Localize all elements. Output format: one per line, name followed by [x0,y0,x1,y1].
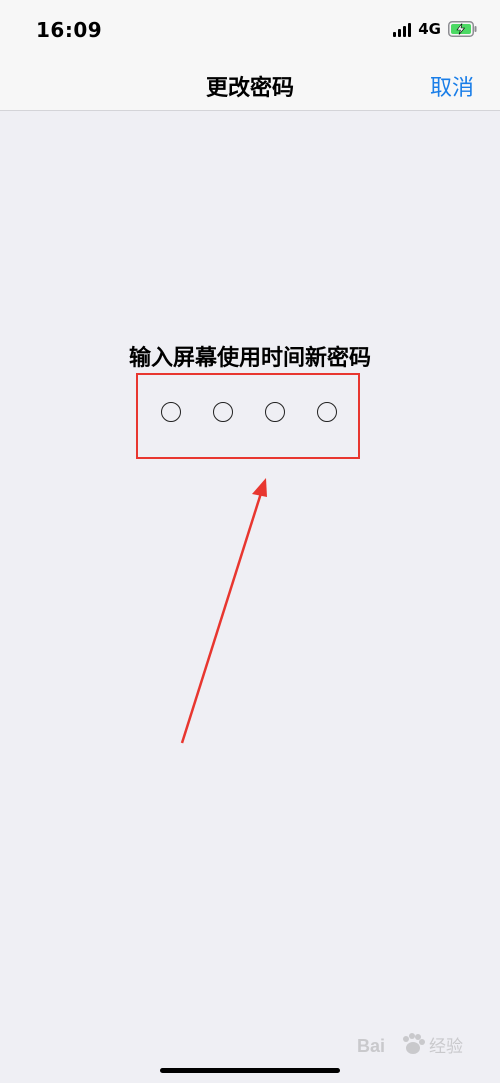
annotation-arrow [180,478,267,744]
passcode-dot-1 [161,402,181,422]
baidu-paw-icon: Bai 经验 [357,1033,463,1057]
passcode-dot-4 [317,402,337,422]
network-type: 4G [418,20,441,38]
svg-text:经验: 经验 [429,1037,463,1057]
nav-bar: 更改密码 取消 [0,58,500,111]
status-time: 16:09 [36,18,103,42]
cancel-button[interactable]: 取消 [430,70,474,102]
home-indicator[interactable] [160,1068,340,1073]
passcode-prompt: 输入屏幕使用时间新密码 [128,346,371,371]
signal-icon [393,21,412,37]
battery-charging-icon [448,21,478,37]
page-title: 更改密码 [205,76,294,101]
status-bar: 16:09 4G [0,0,500,58]
watermark-text: Bai [357,1036,385,1056]
passcode-dot-2 [213,402,233,422]
status-icons: 4G [393,20,478,38]
passcode-dot-3 [265,402,285,422]
